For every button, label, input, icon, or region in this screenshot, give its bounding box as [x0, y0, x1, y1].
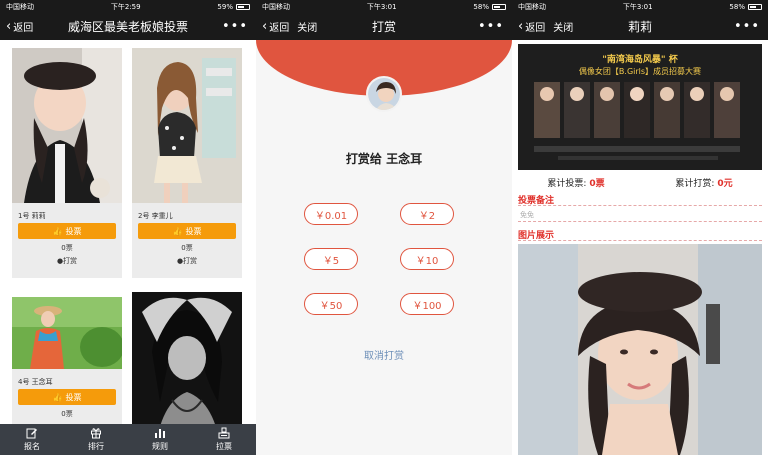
clock: 下午2:59: [110, 2, 141, 11]
amount-option[interactable]: ￥10: [400, 248, 454, 270]
contestant-label: 2号 李重儿: [138, 212, 173, 220]
carrier-label: 中国移动: [6, 2, 34, 11]
avatar: [366, 76, 402, 112]
battery-icon: [235, 3, 250, 10]
share-icon: [218, 427, 230, 439]
amount-option[interactable]: ￥5: [304, 248, 358, 270]
contest-list-screen: 中国移动 下午2:59 59% ‹ 返回 威海区最美老板娘投票 ••• 1号 莉…: [0, 0, 256, 455]
reward-link[interactable]: ●打赏: [12, 256, 122, 266]
divider: [518, 221, 762, 222]
chevron-left-icon: ‹: [262, 19, 268, 34]
battery-icon: [747, 3, 762, 10]
stats-row: 累计投票: 0票 累计打赏: 0元: [512, 176, 768, 189]
battery-percent: 58%: [473, 2, 489, 11]
status-bar: 中国移动 下午3:01 58%: [512, 0, 768, 13]
vote-button[interactable]: 👍 投票: [18, 389, 116, 405]
tab-signup[interactable]: 报名: [0, 424, 64, 455]
contestant-grid: 1号 莉莉 👍 投票 0票 ●打赏 2号 李重儿 👍 投票 0票 ●打赏 4号 …: [0, 40, 256, 455]
thumbs-up-icon: 👍: [52, 392, 63, 402]
status-bar: 中国移动 下午2:59 59%: [0, 0, 256, 13]
back-button[interactable]: ‹ 返回: [262, 19, 289, 34]
thumbs-up-icon: 👍: [52, 226, 63, 236]
divider: [518, 240, 762, 241]
contestant-label: 4号 王念耳: [18, 378, 53, 386]
chevron-left-icon: ‹: [6, 19, 12, 34]
amount-option[interactable]: ￥0.01: [304, 203, 358, 225]
contestant-photo: [12, 48, 122, 203]
banner-subtitle: 偶像女团【B.Girls】成员招募大赛: [578, 67, 702, 76]
reward-screen: 中国移动 下午3:01 58% ‹ 返回 关闭 打赏 ••• 打赏给 王念耳 ￥…: [256, 0, 512, 455]
vote-count: 0票: [181, 244, 193, 252]
carrier-label: 中国移动: [262, 2, 290, 11]
vote-count: 0票: [61, 410, 73, 418]
vote-count: 0票: [61, 244, 73, 252]
reward-link[interactable]: ●打赏: [132, 256, 242, 266]
edit-icon: [26, 428, 37, 439]
divider: [518, 205, 762, 206]
tab-ranking[interactable]: 排行: [64, 424, 128, 455]
nav-bar: ‹ 返回 威海区最美老板娘投票 •••: [0, 13, 256, 40]
page-title: 威海区最美老板娘投票: [67, 20, 188, 34]
reward-recipient: 打赏给 王念耳: [345, 152, 423, 166]
clock: 下午3:01: [622, 2, 653, 11]
more-menu-button[interactable]: •••: [478, 19, 504, 34]
contestant-photo: [132, 48, 242, 203]
battery-percent: 58%: [729, 2, 745, 11]
contestant-card[interactable]: 2号 李重儿 👍 投票 0票 ●打赏: [132, 48, 242, 278]
tab-rules[interactable]: 规则: [128, 424, 192, 455]
vote-button[interactable]: 👍 投票: [138, 223, 236, 239]
close-button[interactable]: 关闭: [553, 19, 573, 34]
nav-bar: ‹ 返回 关闭 莉莉 •••: [512, 13, 768, 40]
contestant-card[interactable]: 1号 莉莉 👍 投票 0票 ●打赏: [12, 48, 122, 278]
more-menu-button[interactable]: •••: [734, 19, 760, 34]
chevron-left-icon: ‹: [518, 19, 524, 34]
bar-chart-icon: [155, 429, 165, 438]
note-text: 免免: [520, 211, 534, 219]
total-votes: 累计投票: 0票: [547, 179, 605, 189]
page-title: 莉莉: [627, 20, 652, 34]
event-banner: "南湾海岛风暴" 杯 偶像女团【B.Girls】成员招募大赛: [518, 44, 762, 170]
banner-title: "南湾海岛风暴" 杯: [602, 55, 678, 65]
bottom-tab-bar: 报名 排行 规则 拉票: [0, 424, 256, 455]
gift-icon: [91, 428, 101, 439]
vote-button[interactable]: 👍 投票: [18, 223, 116, 239]
amount-option[interactable]: ￥2: [400, 203, 454, 225]
tab-canvass[interactable]: 拉票: [192, 424, 256, 455]
back-button[interactable]: ‹ 返回: [6, 19, 33, 34]
cancel-reward-link[interactable]: 取消打赏: [256, 347, 512, 362]
clock: 下午3:01: [366, 2, 397, 11]
back-button[interactable]: ‹ 返回: [518, 19, 545, 34]
thumbs-up-icon: 👍: [172, 226, 183, 236]
amount-option[interactable]: ￥50: [304, 293, 358, 315]
amount-option[interactable]: ￥100: [400, 293, 454, 315]
total-rewards: 累计打赏: 0元: [675, 179, 733, 189]
gallery-photo[interactable]: [518, 244, 762, 455]
battery-percent: 59%: [217, 2, 233, 11]
contestant-photo: [12, 297, 124, 369]
nav-bar: ‹ 返回 关闭 打赏 •••: [256, 13, 512, 40]
contestant-label: 1号 莉莉: [18, 212, 46, 220]
page-title: 打赏: [371, 20, 396, 34]
more-menu-button[interactable]: •••: [222, 19, 248, 34]
close-button[interactable]: 关闭: [297, 19, 317, 34]
battery-icon: [491, 3, 506, 10]
status-bar: 中国移动 下午3:01 58%: [256, 0, 512, 13]
carrier-label: 中国移动: [518, 2, 546, 11]
contestant-detail-screen: 中国移动 下午3:01 58% ‹ 返回 关闭 莉莉 ••• "南湾海岛风暴" …: [512, 0, 768, 455]
